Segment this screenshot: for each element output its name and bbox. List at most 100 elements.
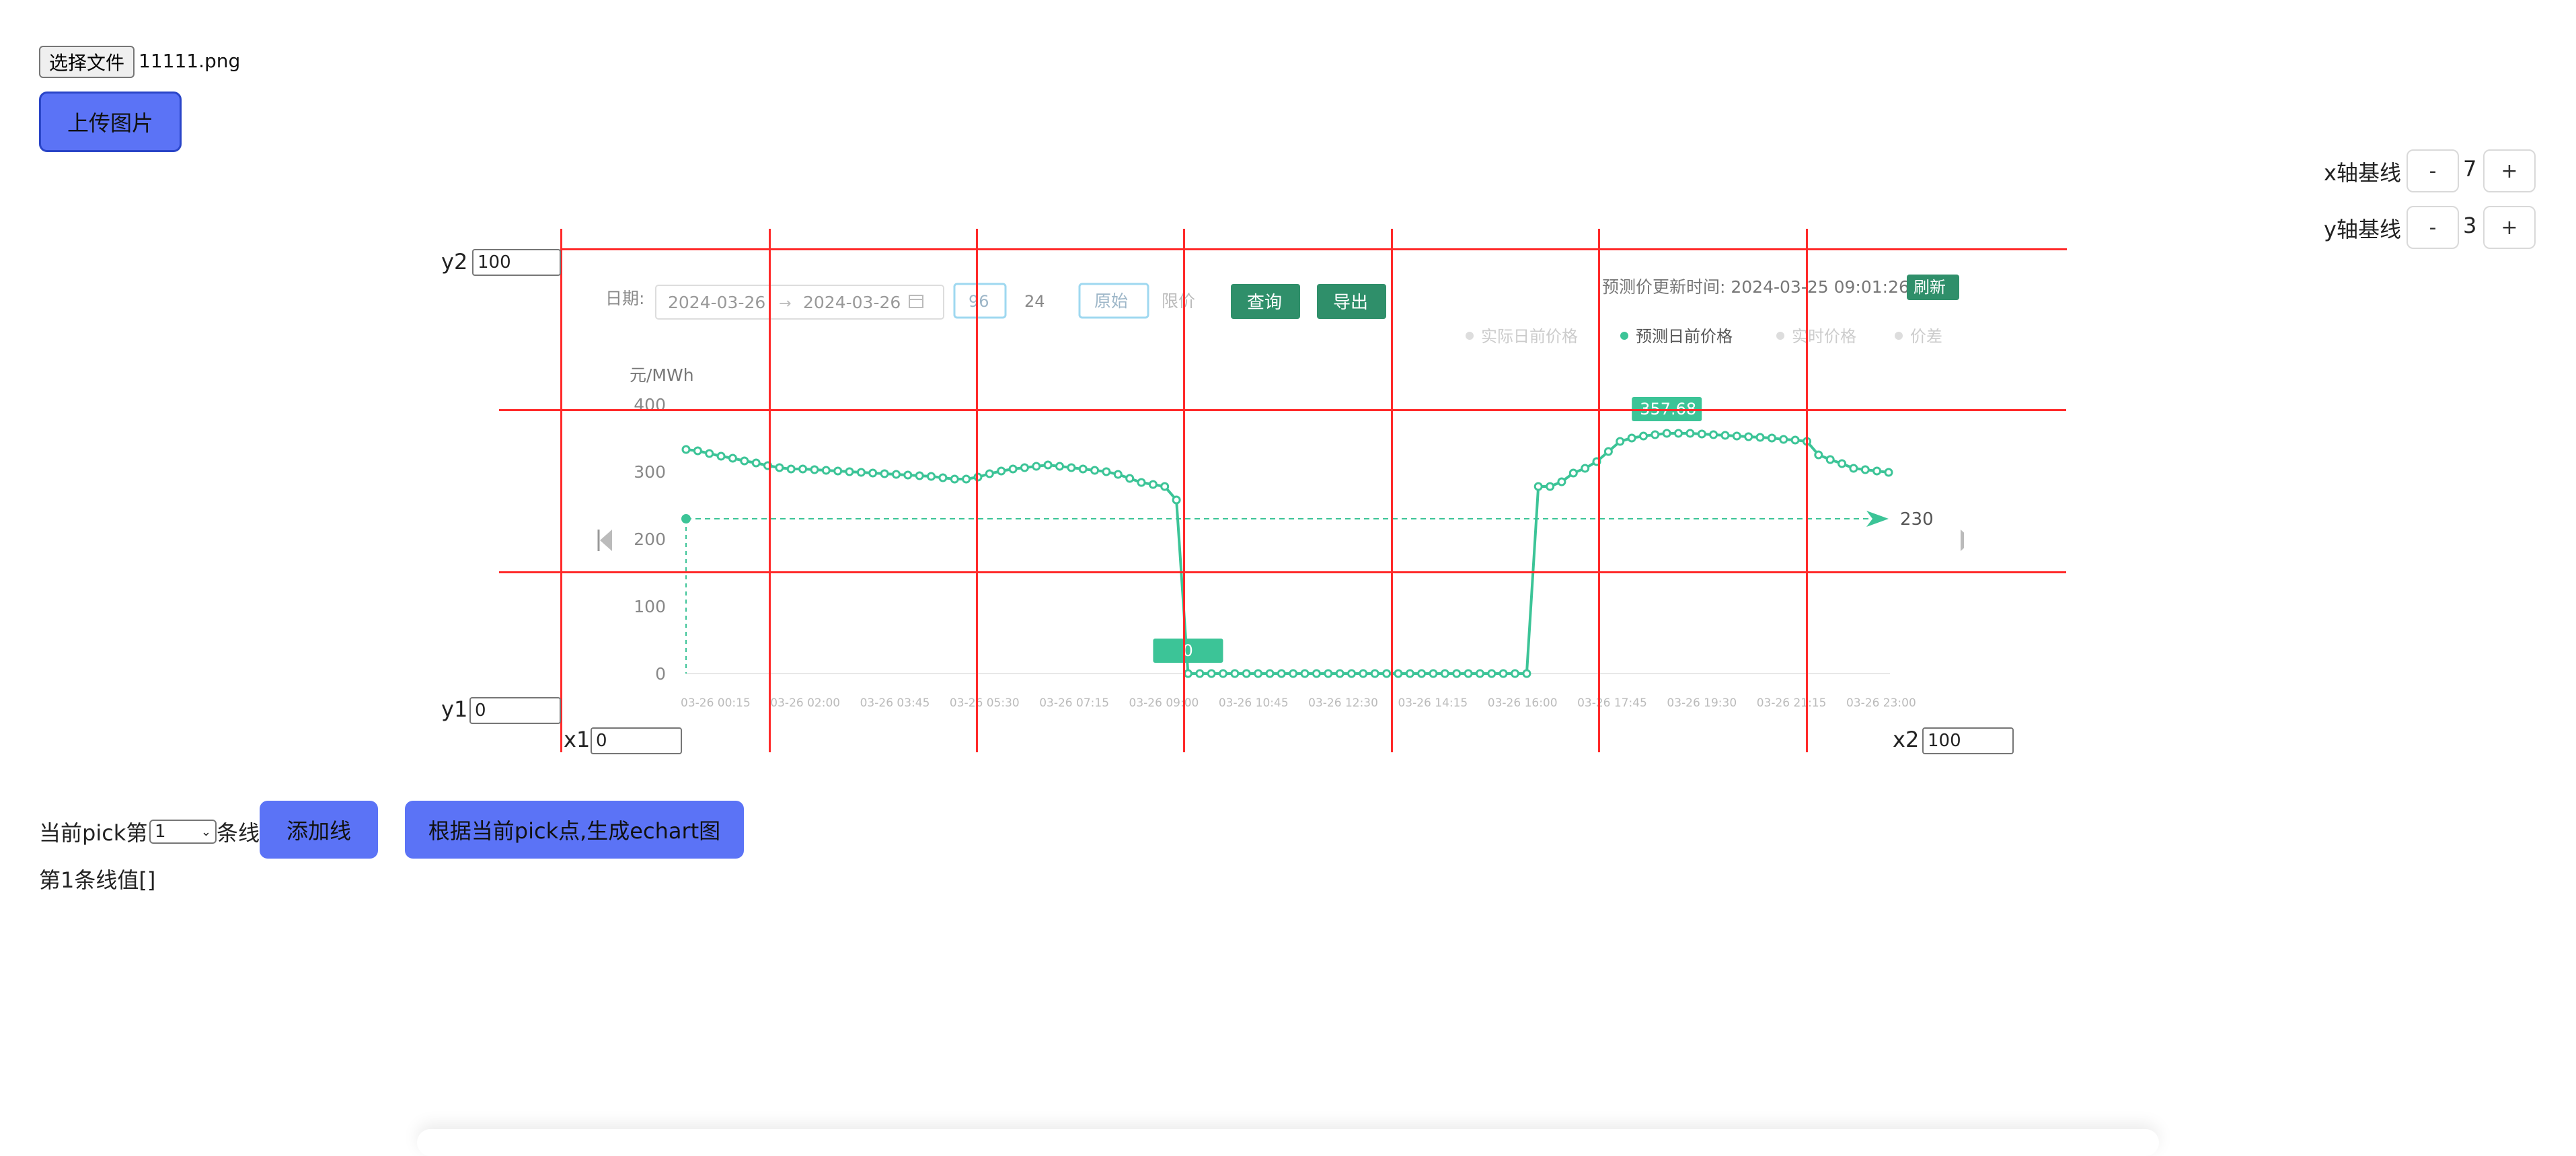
series-point xyxy=(1277,669,1286,678)
series-point xyxy=(1557,477,1566,486)
series-point xyxy=(1627,433,1636,443)
series-point xyxy=(1755,433,1765,442)
series-point xyxy=(1113,470,1123,479)
series-point xyxy=(751,458,761,468)
series-point xyxy=(1324,669,1333,678)
legend-forecast: 预测日前价格 xyxy=(1636,327,1733,346)
x-tick-label: 03-26 02:00 xyxy=(770,696,840,710)
add-line-button[interactable]: 添加线 xyxy=(260,801,378,859)
series-point xyxy=(1884,468,1893,477)
series-point xyxy=(1709,430,1718,439)
opt-original: 原始 xyxy=(1094,291,1128,311)
series-point xyxy=(1499,669,1508,678)
x-tick-label: 03-26 00:15 xyxy=(681,696,751,710)
date-separator: → xyxy=(779,295,791,312)
red-vline-4 xyxy=(1183,229,1185,752)
series-point xyxy=(1335,669,1344,678)
series-point xyxy=(798,464,808,474)
export-button: 导出 xyxy=(1333,293,1368,313)
series-point xyxy=(740,456,749,466)
update-time-text: 预测价更新时间: 2024-03-25 09:01:26 xyxy=(1602,277,1909,297)
series-point xyxy=(950,474,959,484)
line-select-value: 1 xyxy=(155,822,166,842)
markline-arrow-icon xyxy=(1866,511,1889,527)
series-point xyxy=(1814,450,1823,460)
series-point xyxy=(1568,468,1578,478)
series-point xyxy=(1744,432,1753,441)
x-tick-label: 03-26 16:00 xyxy=(1488,696,1558,710)
series-point xyxy=(1055,462,1064,471)
series-point xyxy=(1697,429,1706,439)
series-point xyxy=(1008,464,1018,474)
series-point xyxy=(1230,669,1240,678)
series-point xyxy=(1603,447,1613,456)
series-point xyxy=(1487,669,1497,678)
series-point xyxy=(1020,463,1029,472)
x2-label: x2 xyxy=(1893,727,1920,752)
series-point xyxy=(728,454,737,463)
y2-label: y2 xyxy=(441,249,468,275)
series-point xyxy=(1417,669,1427,678)
series-point xyxy=(1043,460,1053,470)
series-point xyxy=(1767,433,1776,443)
generate-echart-button[interactable]: 根据当前pick点,生成echart图 xyxy=(405,801,744,859)
series-point xyxy=(786,464,796,474)
series-point xyxy=(1581,464,1590,473)
series-point xyxy=(1440,669,1449,678)
y-axis-unit: 元/MWh xyxy=(630,365,694,385)
series-point xyxy=(1207,669,1216,678)
y-tick-label: 100 xyxy=(634,597,666,616)
series-point xyxy=(1872,466,1882,476)
series-point xyxy=(716,451,726,461)
line-select[interactable]: 1 ⌄ xyxy=(149,820,217,844)
prev-page-icon xyxy=(597,530,612,551)
series-point xyxy=(1195,669,1205,678)
y1-input[interactable]: 0 xyxy=(469,697,561,724)
red-vline-2 xyxy=(769,229,771,752)
series-point xyxy=(985,469,994,478)
series-point xyxy=(1475,669,1484,678)
red-vline-1 xyxy=(560,229,562,752)
y-baseline-minus-button[interactable]: - xyxy=(2407,206,2459,249)
series-point xyxy=(997,466,1006,476)
x2-input[interactable]: 100 xyxy=(1922,727,2014,754)
series-point xyxy=(1078,464,1088,474)
series-point xyxy=(856,468,866,477)
x1-input[interactable]: 0 xyxy=(591,727,682,754)
opt-24: 24 xyxy=(1024,292,1045,311)
series-point xyxy=(1125,474,1135,483)
series-point xyxy=(1312,669,1321,678)
series-point xyxy=(1849,464,1858,473)
series-point xyxy=(1394,669,1403,678)
y-baseline-plus-button[interactable]: + xyxy=(2483,206,2536,249)
bottom-shadow xyxy=(417,1129,2159,1156)
series-point xyxy=(1522,669,1531,678)
series-point xyxy=(1172,495,1181,505)
series-point xyxy=(1032,462,1041,471)
pick-suffix: 条线 xyxy=(217,820,260,846)
series-point xyxy=(1651,430,1660,439)
choose-file-button[interactable]: 选择文件 xyxy=(39,46,135,78)
series-point xyxy=(1674,429,1683,438)
x-tick-label: 03-26 17:45 xyxy=(1577,696,1647,710)
upload-image-button[interactable]: 上传图片 xyxy=(39,92,182,152)
x-tick-label: 03-26 19:30 xyxy=(1667,696,1737,710)
series-point xyxy=(1779,435,1788,444)
legend-dot-forecast xyxy=(1620,332,1628,340)
x-baseline-plus-button[interactable]: + xyxy=(2483,149,2536,192)
series-point xyxy=(1300,669,1310,678)
date-start: 2024-03-26 xyxy=(668,293,765,312)
x-baseline-minus-button[interactable]: - xyxy=(2407,149,2459,192)
y2-input[interactable]: 100 xyxy=(472,249,561,276)
series-point xyxy=(1347,669,1356,678)
markline-start-point xyxy=(681,514,691,523)
query-button: 查询 xyxy=(1247,293,1282,313)
series-point xyxy=(1511,669,1519,678)
x-tick-label: 03-26 14:15 xyxy=(1398,696,1468,710)
x-tick-label: 03-26 10:45 xyxy=(1219,696,1289,710)
series-point xyxy=(1102,467,1111,476)
series-point xyxy=(1242,669,1251,678)
series-point xyxy=(880,469,889,478)
chevron-down-icon: ⌄ xyxy=(200,824,211,839)
series-point xyxy=(833,466,843,476)
